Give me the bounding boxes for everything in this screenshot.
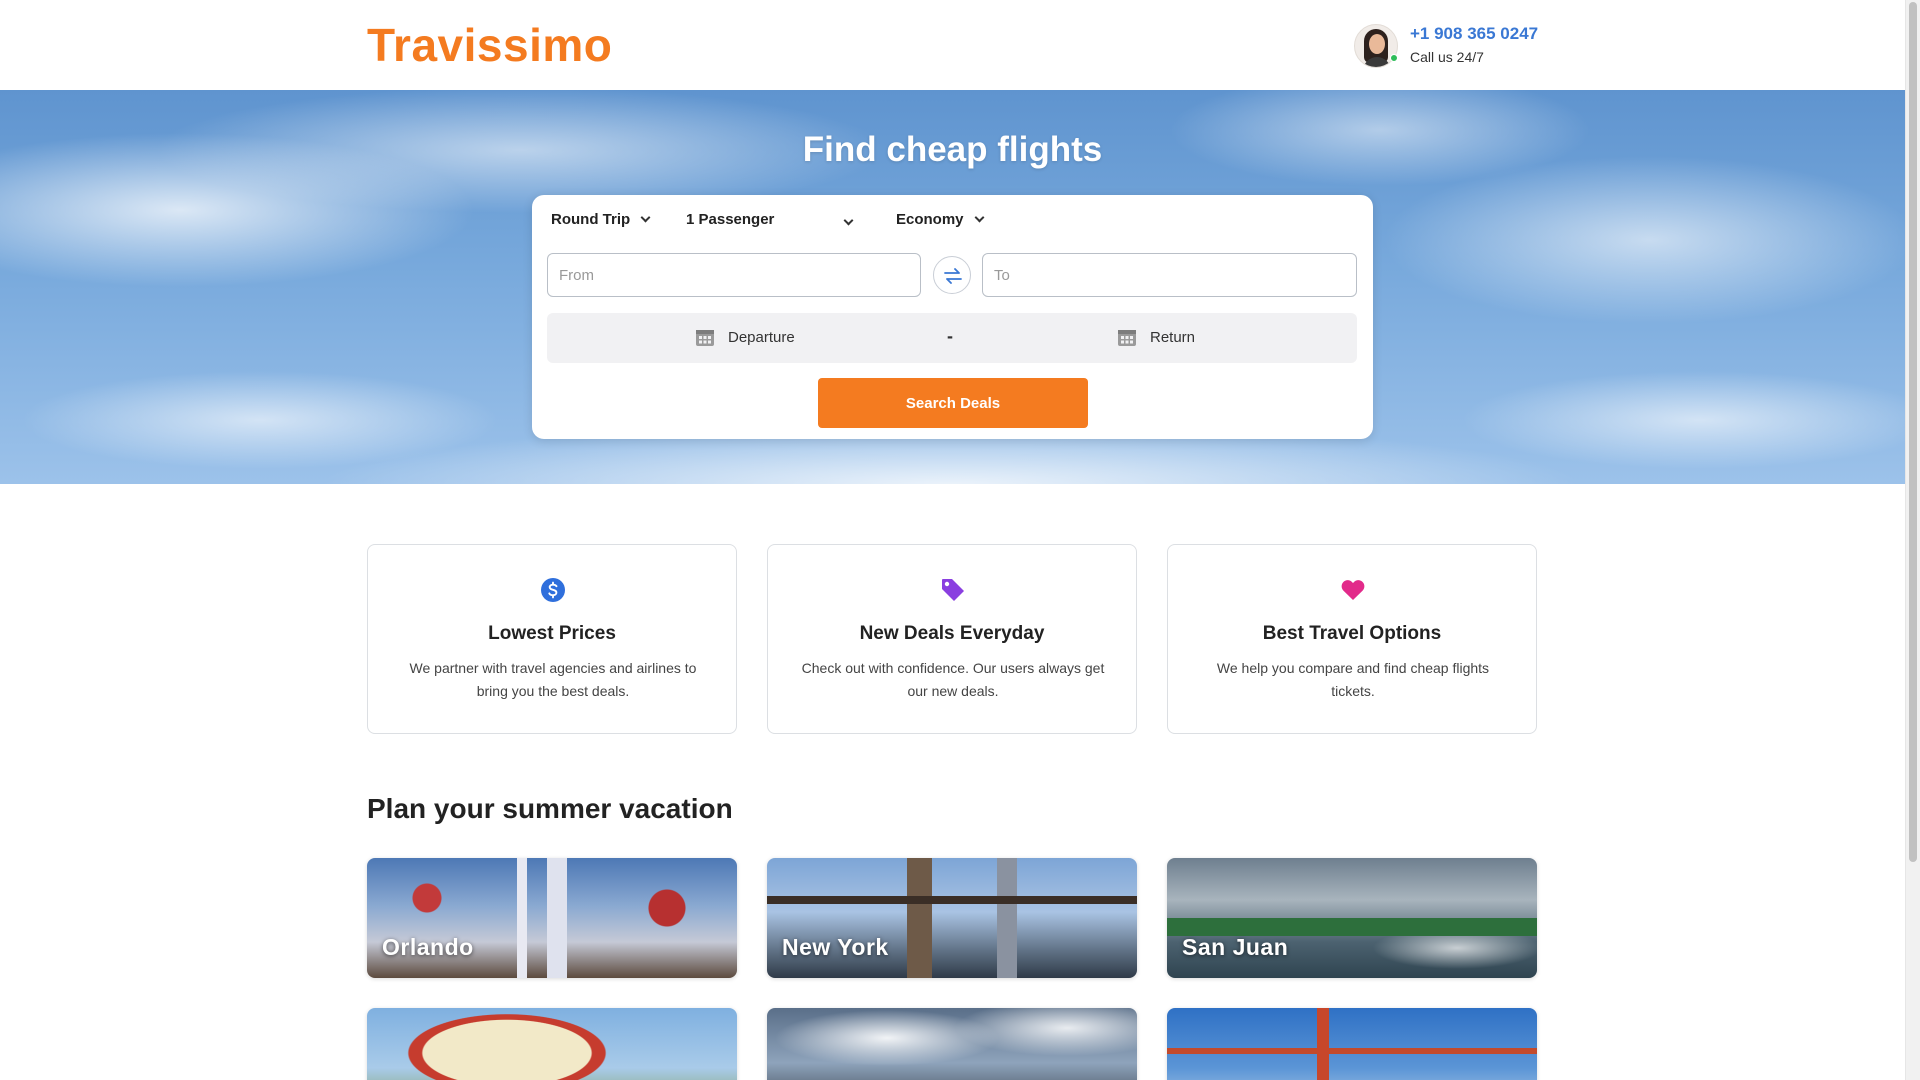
site-header: Travissimo +1 908 365 0247 Call us 24/7 bbox=[0, 0, 1905, 90]
page-scrollbar[interactable] bbox=[1905, 0, 1920, 1080]
feature-text: Check out with confidence. Our users alw… bbox=[801, 660, 1105, 699]
feature-card-lowest-prices: Lowest Prices We partner with travel age… bbox=[367, 544, 737, 734]
call-us-label: Call us 24/7 bbox=[1410, 49, 1484, 65]
chevron-down-icon bbox=[843, 215, 854, 226]
return-label: Return bbox=[1150, 329, 1196, 346]
return-date-field[interactable]: Return bbox=[952, 313, 1357, 363]
phone-number-link[interactable]: +1 908 365 0247 bbox=[1410, 24, 1538, 44]
hero-banner: Find cheap flights Round Trip 1 Passenge… bbox=[0, 90, 1905, 484]
feature-title: Best Travel Options bbox=[1262, 623, 1442, 644]
feature-title: Lowest Prices bbox=[488, 623, 616, 644]
feature-title: New Deals Everyday bbox=[859, 623, 1045, 644]
calendar-icon bbox=[1118, 330, 1136, 346]
departure-date-field[interactable]: Departure bbox=[547, 313, 952, 363]
trip-type-value: Round Trip bbox=[551, 211, 631, 228]
destination-card-las-vegas[interactable] bbox=[367, 1008, 737, 1080]
feature-text: We partner with travel agencies and airl… bbox=[409, 660, 697, 699]
feature-card-new-deals: New Deals Everyday Check out with confid… bbox=[767, 544, 1137, 734]
passengers-select[interactable]: 1 Passenger bbox=[686, 211, 856, 235]
destination-card-city-skyline[interactable] bbox=[767, 1008, 1137, 1080]
destination-card-new-york[interactable]: New York bbox=[767, 858, 1137, 978]
tag-icon bbox=[942, 579, 964, 601]
hero-title: Find cheap flights bbox=[802, 130, 1103, 169]
chevron-down-icon bbox=[640, 212, 651, 223]
destination-name: New York bbox=[782, 934, 889, 960]
destination-card-golden-gate[interactable] bbox=[1167, 1008, 1537, 1080]
cabin-class-value: Economy bbox=[896, 211, 964, 228]
swap-locations-button[interactable] bbox=[933, 256, 971, 294]
destination-card-san-juan[interactable]: San Juan bbox=[1167, 858, 1537, 978]
calendar-icon bbox=[696, 330, 714, 346]
search-deals-button[interactable]: Search Deals bbox=[818, 378, 1088, 428]
cabin-class-select[interactable]: Economy bbox=[896, 211, 984, 235]
heart-icon bbox=[1341, 580, 1365, 600]
passengers-value: 1 Passenger bbox=[686, 211, 775, 228]
logo[interactable]: Travissimo bbox=[367, 18, 612, 72]
destination-name: San Juan bbox=[1182, 934, 1289, 960]
flight-search-form: Round Trip 1 Passenger Economy From To D… bbox=[532, 195, 1373, 439]
contact-block: +1 908 365 0247 Call us 24/7 bbox=[1354, 22, 1554, 70]
trip-type-select[interactable]: Round Trip bbox=[551, 211, 651, 235]
from-input[interactable] bbox=[547, 253, 921, 297]
chevron-down-icon bbox=[974, 212, 984, 223]
departure-label: Departure bbox=[728, 329, 795, 346]
destination-card-orlando[interactable]: Orlando bbox=[367, 858, 737, 978]
to-input[interactable] bbox=[982, 253, 1357, 297]
date-range-picker: Departure - Return bbox=[547, 313, 1357, 363]
scrollbar-thumb[interactable] bbox=[1909, 2, 1917, 862]
swap-arrows-icon bbox=[944, 268, 962, 284]
destinations-heading: Plan your summer vacation bbox=[367, 793, 733, 824]
dollar-icon bbox=[541, 578, 565, 602]
feature-card-best-options: Best Travel Options We help you compare … bbox=[1167, 544, 1537, 734]
feature-text: We help you compare and find cheap fligh… bbox=[1216, 660, 1490, 699]
online-status-icon bbox=[1390, 54, 1398, 62]
destination-name: Orlando bbox=[382, 934, 474, 960]
